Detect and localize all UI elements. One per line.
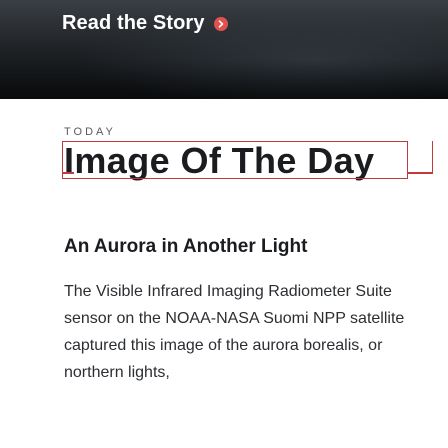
read-story-link[interactable]: Read the Story [62,12,228,35]
section-eyebrow: TODAY [64,126,116,138]
story-title[interactable]: An Aurora in Another Light [64,236,307,258]
hero-banner: Read the Story [0,0,448,99]
read-story-label: Read the Story [62,12,205,34]
page-title: Image Of The Day [64,140,375,181]
title-frame-edge [431,140,433,173]
chevron-right-circle-icon [213,17,228,31]
story-summary: The Visible Infrared Imaging Radiometer … [64,283,405,381]
chevron-right-glyph [218,20,223,28]
